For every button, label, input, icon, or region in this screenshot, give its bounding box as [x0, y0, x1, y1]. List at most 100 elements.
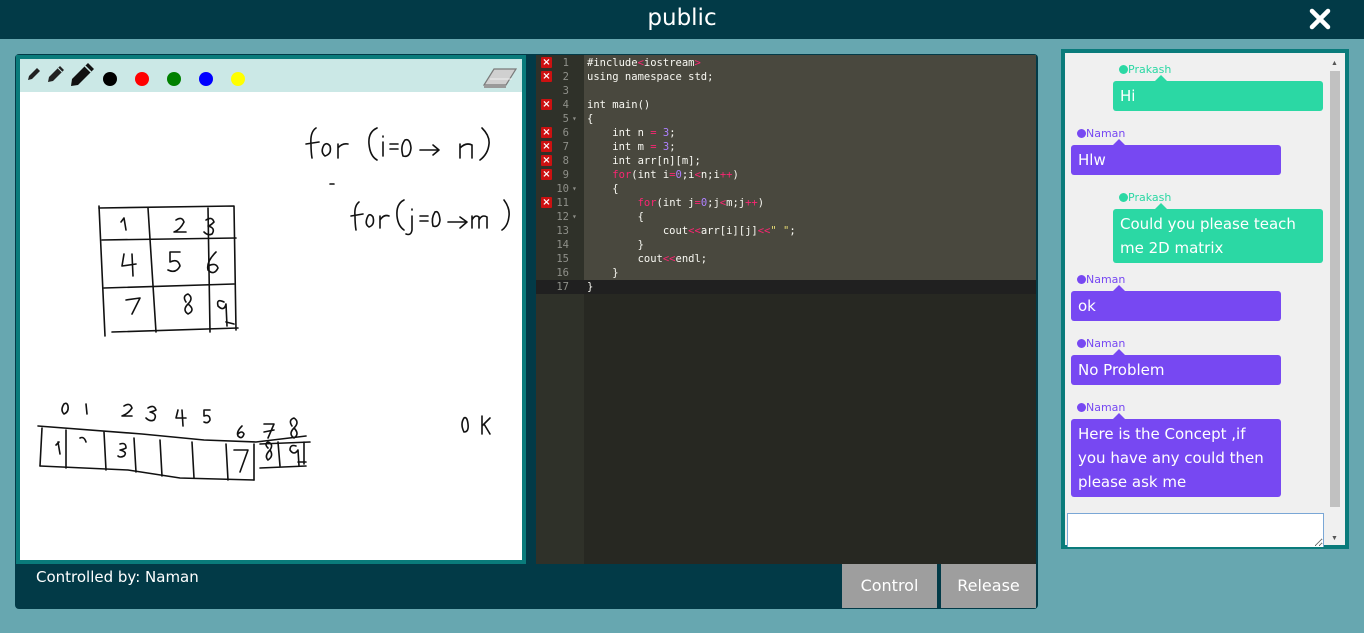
code-line[interactable]: × 11 for(int j=0;j<m;j++) — [536, 196, 1036, 210]
chat-panel: Prakash Hi Naman Hlw Prakash Could you please… — [1061, 49, 1349, 549]
code-text[interactable]: for(int i=0;i<n;i++) — [587, 168, 739, 182]
eraser-icon[interactable] — [482, 63, 518, 89]
code-line[interactable]: 5 ▾ { — [536, 112, 1036, 126]
message-bubble: Hi — [1113, 81, 1323, 111]
code-text[interactable]: int n = 3; — [587, 126, 675, 140]
whiteboard — [16, 55, 526, 564]
code-text[interactable]: int main() — [587, 98, 650, 112]
drawing-canvas[interactable] — [20, 92, 522, 560]
status-dot-icon — [1077, 275, 1086, 284]
message-bubble: ok — [1071, 291, 1281, 321]
line-number: 10 — [556, 183, 569, 195]
handwriting-for-i — [305, 127, 490, 185]
color-red[interactable] — [135, 72, 149, 86]
color-green[interactable] — [167, 72, 181, 86]
handwriting-for-j — [350, 199, 510, 236]
error-icon[interactable]: × — [541, 57, 552, 68]
line-number: 14 — [556, 239, 569, 251]
line-number: 7 — [562, 141, 569, 153]
scroll-up-icon[interactable]: ▲ — [1331, 60, 1338, 67]
color-black[interactable] — [103, 72, 117, 86]
code-text[interactable]: } — [587, 238, 644, 252]
code-line[interactable]: 13 cout<<arr[i][j]<<" "; — [536, 224, 1036, 238]
code-line[interactable]: 12 ▾ { — [536, 210, 1036, 224]
handwriting-matrix — [98, 205, 239, 337]
chat-input[interactable] — [1067, 513, 1324, 547]
error-icon[interactable]: × — [541, 99, 552, 110]
pencil-thick-icon[interactable] — [69, 61, 96, 88]
status-dot-icon — [1119, 193, 1128, 202]
code-text[interactable]: } — [587, 280, 593, 294]
line-number: 4 — [562, 99, 569, 111]
code-line[interactable]: × 1 #include<iostream> — [536, 56, 1036, 70]
room-title: public — [647, 5, 717, 31]
code-line[interactable]: × 6 int n = 3; — [536, 126, 1036, 140]
close-icon[interactable] — [1306, 5, 1334, 33]
control-button[interactable]: Control — [842, 564, 937, 608]
release-button[interactable]: Release — [941, 564, 1036, 608]
code-text[interactable]: cout<<arr[i][j]<<" "; — [587, 224, 796, 238]
code-line[interactable]: × 8 int arr[n][m]; — [536, 154, 1036, 168]
message-bubble: Hlw — [1071, 145, 1281, 175]
code-line[interactable]: 17} — [536, 280, 1036, 294]
line-number: 6 — [562, 127, 569, 139]
code-text[interactable]: { — [587, 182, 618, 196]
code-text[interactable]: int arr[n][m]; — [587, 154, 701, 168]
code-text[interactable]: using namespace std; — [587, 70, 713, 84]
fold-arrow-icon[interactable]: ▾ — [572, 210, 577, 224]
error-icon[interactable]: × — [541, 141, 552, 152]
error-icon[interactable]: × — [541, 71, 552, 82]
chat-scrollbar[interactable]: ▲ ▼ — [1328, 57, 1342, 545]
message-bubble: No Problem — [1071, 355, 1281, 385]
pencil-medium-icon[interactable] — [46, 64, 66, 84]
code-text[interactable]: { — [587, 210, 644, 224]
status-dot-icon — [1077, 339, 1086, 348]
pencil-thin-icon[interactable] — [26, 66, 42, 82]
code-line[interactable]: × 9 for(int i=0;i<n;i++) — [536, 168, 1036, 182]
code-text[interactable]: int m = 3; — [587, 140, 675, 154]
line-number: 5 — [562, 113, 569, 125]
error-icon[interactable]: × — [541, 197, 552, 208]
controlled-by-label: Controlled by: Naman — [36, 568, 199, 586]
line-number: 2 — [562, 71, 569, 83]
fold-arrow-icon[interactable]: ▾ — [572, 182, 577, 196]
error-icon[interactable]: × — [541, 169, 552, 180]
handwriting-array — [37, 402, 311, 481]
line-number: 11 — [556, 197, 569, 209]
message-bubble: Could you please teach me 2D matrix — [1113, 209, 1323, 263]
code-text[interactable]: for(int j=0;j<m;j++) — [587, 196, 765, 210]
code-line[interactable]: 10 ▾ { — [536, 182, 1036, 196]
color-blue[interactable] — [199, 72, 213, 86]
code-text[interactable]: cout<<endl; — [587, 252, 708, 266]
line-number: 12 — [556, 211, 569, 223]
color-yellow[interactable] — [231, 72, 245, 86]
message-bubble: Here is the Concept ,if you have any cou… — [1071, 419, 1281, 497]
line-number: 16 — [556, 267, 569, 279]
code-line[interactable]: 3 — [536, 84, 1036, 98]
line-number: 3 — [562, 85, 569, 97]
fold-arrow-icon[interactable]: ▾ — [572, 112, 577, 126]
code-line[interactable]: × 4 int main() — [536, 98, 1036, 112]
status-dot-icon — [1119, 65, 1128, 74]
code-editor[interactable]: × 1 #include<iostream> × 2 using namespace st… — [536, 55, 1036, 564]
code-line[interactable]: × 2 using namespace std; — [536, 70, 1036, 84]
code-line[interactable]: × 7 int m = 3; — [536, 140, 1036, 154]
status-dot-icon — [1077, 129, 1086, 138]
code-line[interactable]: 14 } — [536, 238, 1036, 252]
line-number: 9 — [562, 169, 569, 181]
line-number: 13 — [556, 225, 569, 237]
line-number: 8 — [562, 155, 569, 167]
code-text[interactable]: } — [587, 266, 618, 280]
error-icon[interactable]: × — [541, 127, 552, 138]
code-text[interactable]: #include<iostream> — [587, 56, 701, 70]
chat-scroll-thumb[interactable] — [1330, 71, 1340, 507]
status-dot-icon — [1077, 403, 1086, 412]
handwriting-ok — [461, 415, 491, 435]
line-number: 17 — [556, 281, 569, 293]
code-line[interactable]: 15 cout<<endl; — [536, 252, 1036, 266]
code-text[interactable]: { — [587, 112, 593, 126]
code-line[interactable]: 16 } — [536, 266, 1036, 280]
line-number: 1 — [562, 57, 569, 69]
scroll-down-icon[interactable]: ▼ — [1331, 535, 1338, 542]
error-icon[interactable]: × — [541, 155, 552, 166]
